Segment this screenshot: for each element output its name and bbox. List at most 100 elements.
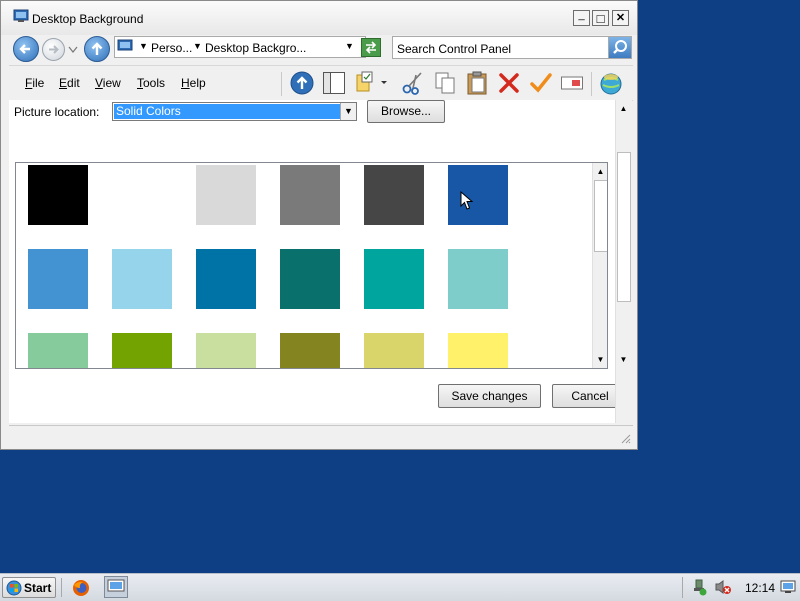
taskbar-separator [682, 577, 683, 598]
toolbar-delete-button[interactable] [497, 71, 521, 95]
color-swatch[interactable] [112, 249, 172, 309]
network-icon[interactable] [692, 578, 708, 596]
toolbar-copy-button[interactable] [433, 71, 457, 95]
menu-tools-label: ools [143, 76, 166, 90]
cancel-label: Cancel [571, 389, 609, 403]
back-arrow-icon [19, 44, 30, 54]
color-swatch[interactable] [448, 249, 508, 309]
taskbar-separator [61, 578, 62, 597]
refresh-button[interactable] [361, 38, 381, 57]
globe-icon [600, 73, 622, 95]
firefox-icon[interactable] [72, 579, 90, 597]
paste-icon [467, 71, 487, 95]
breadcrumb-separator-icon[interactable]: ▼ [139, 41, 148, 51]
resize-grip-icon[interactable] [619, 432, 631, 444]
color-gallery[interactable]: ▲ ▼ [15, 162, 608, 369]
toolbar-internet-button[interactable] [599, 71, 623, 95]
back-button[interactable] [13, 36, 39, 62]
color-swatch[interactable] [448, 165, 508, 225]
color-swatch[interactable] [28, 165, 88, 225]
checkmark-icon [530, 73, 552, 93]
toolbar-rename-button[interactable] [560, 71, 584, 95]
color-swatch[interactable] [196, 249, 256, 309]
breadcrumb-item-personalization[interactable]: Perso... [151, 41, 192, 55]
show-desktop-icon[interactable] [780, 579, 796, 595]
picture-location-dropdown[interactable]: Solid Colors ▼ [112, 102, 357, 121]
status-bar [9, 425, 633, 446]
gallery-scrollbar[interactable]: ▲ ▼ [592, 163, 607, 368]
folders-pane-icon [323, 72, 345, 94]
search-button[interactable] [608, 37, 631, 58]
color-swatch[interactable] [196, 333, 256, 368]
browse-button[interactable]: Browse... [367, 100, 445, 123]
picture-location-value[interactable]: Solid Colors [113, 103, 341, 120]
color-swatch[interactable] [28, 249, 88, 309]
control-panel-icon [107, 579, 125, 592]
refresh-icon [365, 41, 377, 54]
scroll-down-arrow-icon[interactable]: ▼ [593, 352, 607, 367]
toolbar-folders-button[interactable] [322, 71, 346, 95]
window-title: Desktop Background [32, 12, 144, 26]
taskbar-clock[interactable]: 12:14 [745, 581, 775, 595]
breadcrumb-separator-icon[interactable]: ▼ [193, 41, 202, 51]
chevron-down-icon[interactable]: ▼ [340, 103, 356, 120]
color-swatch[interactable] [112, 165, 172, 225]
color-swatch[interactable] [280, 165, 340, 225]
menu-view-label: iew [102, 76, 121, 90]
menu-help-label: elp [189, 76, 206, 90]
volume-muted-icon[interactable] [714, 578, 732, 596]
toolbar-paste-button[interactable] [465, 71, 489, 95]
toolbar-up-button[interactable] [290, 71, 314, 95]
minimize-button[interactable]: _ [573, 8, 590, 26]
color-swatch[interactable] [112, 333, 172, 368]
views-icon [356, 71, 387, 92]
menu-file-label: ile [32, 76, 45, 90]
up-arrow-icon [91, 42, 103, 55]
rename-icon [561, 76, 583, 90]
gallery-scroll-thumb[interactable] [594, 180, 607, 252]
window-scrollbar[interactable]: ▲ ▼ [615, 100, 632, 423]
color-swatch[interactable] [280, 333, 340, 368]
close-button[interactable]: ✕ [612, 10, 629, 26]
scroll-up-arrow-icon[interactable]: ▲ [593, 164, 607, 179]
address-dropdown-icon[interactable]: ▼ [345, 41, 354, 51]
up-button[interactable] [84, 36, 110, 62]
menu-tools[interactable]: Tools [137, 76, 165, 90]
toolbar-separator [281, 72, 282, 96]
maximize-button[interactable]: □ [592, 10, 609, 26]
window-scroll-thumb[interactable] [617, 152, 631, 302]
toolbar-cut-button[interactable] [401, 71, 425, 95]
address-bar: ▼ Perso... ▼ Desktop Backgro... ▼ Search… [9, 34, 633, 64]
menu-edit[interactable]: Edit [59, 76, 80, 90]
close-icon: ✕ [615, 11, 626, 24]
color-swatch[interactable] [448, 333, 508, 368]
title-bar[interactable]: Desktop Background _ □ ✕ [1, 1, 637, 35]
color-swatch[interactable] [280, 249, 340, 309]
menu-edit-accesskey: E [59, 76, 68, 90]
scroll-up-arrow-icon[interactable]: ▲ [616, 101, 631, 116]
toolbar-views-button[interactable] [355, 71, 389, 95]
scissors-icon [402, 72, 422, 95]
color-swatch[interactable] [196, 165, 256, 225]
search-icon [613, 40, 627, 54]
save-changes-button[interactable]: Save changes [438, 384, 541, 408]
menu-help-accesskey: H [181, 76, 190, 90]
start-button[interactable]: Start [2, 577, 56, 598]
forward-button[interactable] [42, 38, 65, 61]
color-swatch[interactable] [364, 249, 424, 309]
search-input[interactable]: Search Control Panel [397, 42, 511, 56]
menu-view[interactable]: View [95, 76, 121, 90]
menu-help[interactable]: Help [181, 76, 206, 90]
menu-file[interactable]: File [25, 76, 44, 90]
scroll-down-arrow-icon[interactable]: ▼ [616, 352, 631, 367]
breadcrumb[interactable]: ▼ Perso... ▼ Desktop Backgro... ▼ [114, 36, 366, 58]
color-swatch[interactable] [28, 333, 88, 368]
color-swatch[interactable] [364, 333, 424, 368]
minimize-icon: _ [578, 8, 585, 21]
toolbar-properties-button[interactable] [529, 71, 553, 95]
taskbar-window-button[interactable] [104, 576, 128, 598]
color-swatch[interactable] [364, 165, 424, 225]
breadcrumb-item-desktop-background[interactable]: Desktop Backgro... [205, 41, 306, 55]
search-box[interactable]: Search Control Panel [392, 36, 632, 59]
recent-pages-dropdown-icon[interactable] [68, 46, 78, 54]
